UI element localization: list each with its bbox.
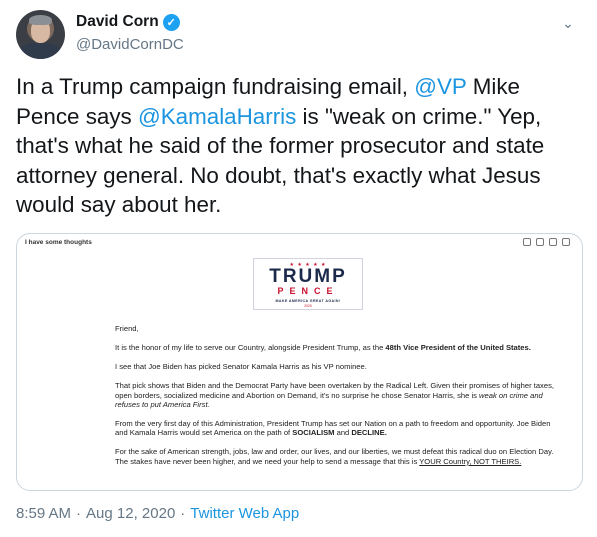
email-paragraph: It is the honor of my life to serve our … [115, 343, 565, 352]
avatar-shirt [20, 43, 61, 59]
email-text: It is the honor of my life to serve our … [115, 343, 386, 353]
logo-pence: PENCE [277, 286, 339, 296]
tweet-text-segment: In a Trump campaign fundraising email, [16, 74, 415, 99]
email-paragraph: That pick shows that Biden and the Democ… [115, 381, 565, 409]
email-greeting: Friend, [115, 324, 139, 333]
tweet-image[interactable]: I have some thoughts ★ ★ ★ ★ ★ TRUMP PEN… [16, 233, 583, 491]
calendar-icon [536, 238, 544, 246]
user-handle[interactable]: @DavidCornDC [76, 36, 184, 53]
logo-year: 2020 [304, 304, 312, 308]
mention-kamalaharris-link[interactable]: @KamalaHarris [138, 104, 296, 129]
email-paragraph: I see that Joe Biden has picked Senator … [115, 362, 367, 372]
verified-badge-icon: ✓ [162, 13, 180, 31]
trash-icon [562, 238, 570, 246]
print-icon [523, 238, 531, 246]
email-text: and [334, 428, 352, 438]
mention-vp-link[interactable]: @VP [414, 74, 466, 99]
email-text-bold: SOCIALISM [292, 428, 335, 438]
logo-trump: TRUMP [269, 266, 347, 287]
tweet-date[interactable]: Aug 12, 2020 [86, 505, 175, 522]
copy-icon [549, 238, 557, 246]
meta-separator: · [76, 505, 82, 522]
tweet-text: In a Trump campaign fundraising email, @… [16, 72, 581, 220]
meta-separator: · [180, 505, 186, 522]
email-toolbar: I have some thoughts [17, 234, 582, 252]
logo-slogan: MAKE AMERICA GREAT AGAIN! [275, 299, 341, 303]
trump-pence-logo: ★ ★ ★ ★ ★ TRUMP PENCE MAKE AMERICA GREAT… [253, 258, 363, 310]
email-body: Friend, It is the honor of my life to se… [115, 324, 565, 476]
email-paragraph: For the sake of American strength, jobs,… [115, 447, 565, 466]
tweet-time[interactable]: 8:59 AM [16, 505, 71, 522]
email-text-bold: 48th Vice President of the United States… [385, 343, 531, 353]
email-paragraph: From the very first day of this Administ… [115, 419, 565, 438]
email-text-underline: YOUR Country, NOT THEIRS. [419, 456, 522, 466]
tweet-source-link[interactable]: Twitter Web App [190, 505, 299, 522]
avatar[interactable] [16, 10, 65, 59]
name-row: David Corn ✓ [76, 13, 180, 31]
email-text-bold: DECLINE. [351, 428, 387, 438]
email-content: ★ ★ ★ ★ ★ TRUMP PENCE MAKE AMERICA GREAT… [101, 254, 575, 490]
chevron-down-icon[interactable]: ⌄ [559, 14, 577, 32]
display-name[interactable]: David Corn [76, 13, 159, 31]
tweet-meta: 8:59 AM · Aug 12, 2020 · Twitter Web App [16, 505, 299, 522]
email-toolbar-icons [523, 238, 570, 246]
email-subject: I have some thoughts [25, 239, 92, 246]
avatar-hair [29, 15, 52, 25]
tweet-header: David Corn ✓ @DavidCornDC ⌄ [16, 10, 581, 60]
